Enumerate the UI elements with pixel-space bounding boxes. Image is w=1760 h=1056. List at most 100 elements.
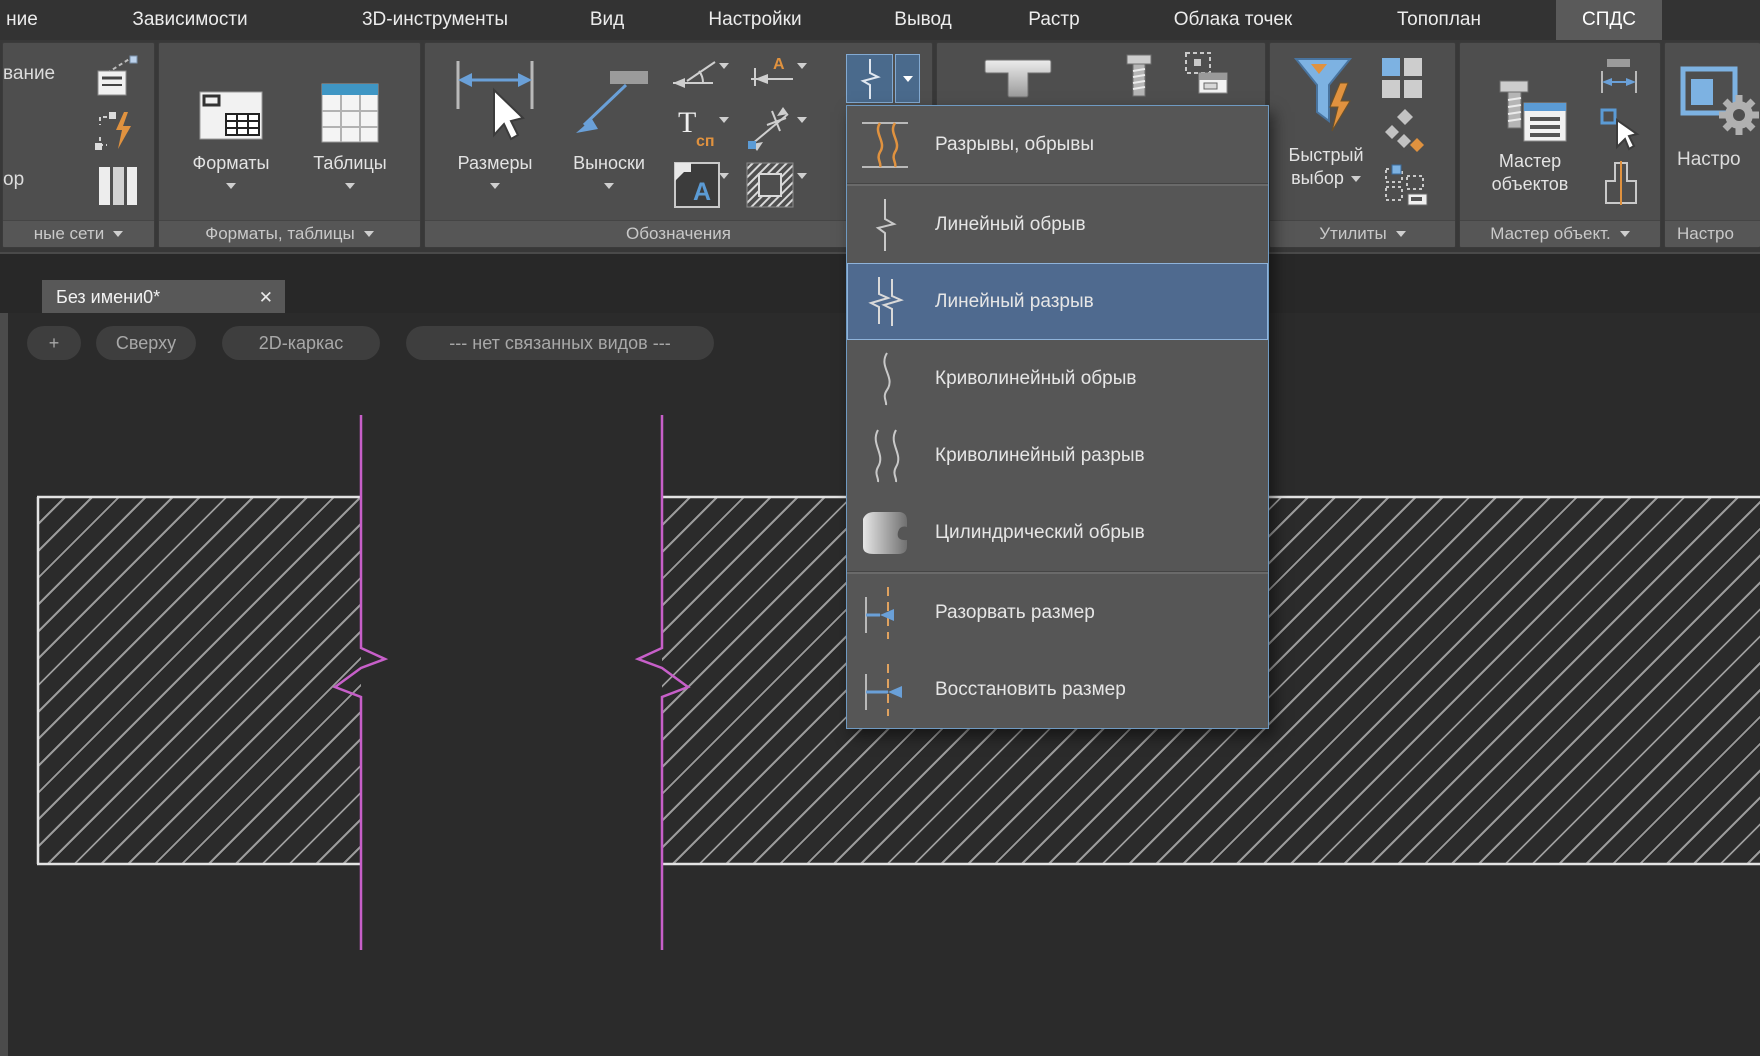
formats-icon xyxy=(199,51,263,143)
menu-item-breaks-group[interactable]: Разрывы, обрывы xyxy=(847,106,1268,183)
menu-item-label: Разорвать размер xyxy=(935,602,1095,624)
tables-button[interactable]: Таблицы xyxy=(292,51,408,189)
panel-utilities: Быстрый выбор Утилиты xyxy=(1269,42,1456,248)
dimensions-icon xyxy=(451,49,539,145)
columns-icon[interactable] xyxy=(97,165,139,207)
panel-label-engineering[interactable]: ные сети xyxy=(3,220,154,247)
caret-down-icon xyxy=(345,183,355,189)
tab-topoplan[interactable]: Топоплан xyxy=(1374,0,1504,40)
attach-frame-icon[interactable] xyxy=(1179,49,1231,99)
menu-item-label: Криволинейный обрыв xyxy=(935,368,1136,390)
panel-label-object-master[interactable]: Мастер объект. xyxy=(1460,220,1660,247)
four-squares-icon[interactable] xyxy=(1380,56,1424,100)
caret-down-icon[interactable] xyxy=(797,69,807,87)
caret-down-icon xyxy=(1396,231,1406,237)
panel-caption-fragment: вание xyxy=(3,63,55,85)
caret-down-icon[interactable] xyxy=(797,179,807,197)
tables-icon xyxy=(321,51,379,143)
menu-item-label: Криволинейный разрыв xyxy=(935,445,1145,467)
square-select-cursor-icon[interactable] xyxy=(1598,105,1640,153)
object-master-label-line1: Мастер xyxy=(1499,151,1561,172)
panel-label-text: Форматы, таблицы xyxy=(205,224,354,244)
panel-object-master: Мастер объектов Мастер объект. xyxy=(1459,42,1661,248)
menu-item-curved-break[interactable]: Криволинейный разрыв xyxy=(847,417,1268,494)
menu-item-break-dimension[interactable]: Разорвать размер xyxy=(847,574,1268,651)
tables-button-label: Таблицы xyxy=(313,153,387,174)
formats-button[interactable]: Форматы xyxy=(173,51,289,189)
svg-text:сп: сп xyxy=(696,133,715,150)
panel-label-settings[interactable]: Настро xyxy=(1665,220,1760,247)
dimensions-button-label: Размеры xyxy=(458,153,533,174)
callouts-icon xyxy=(566,49,652,145)
break-dimension-icon xyxy=(857,583,913,643)
caret-down-icon[interactable] xyxy=(797,123,807,141)
quick-select-label-line1: Быстрый xyxy=(1289,145,1364,166)
tab-spds-active[interactable]: СПДС xyxy=(1556,0,1662,40)
dimensions-button[interactable]: Размеры xyxy=(439,49,551,189)
viewport-menu-button[interactable]: + xyxy=(27,326,81,360)
panel-label-formats-tables[interactable]: Форматы, таблицы xyxy=(159,220,420,247)
viewport-left-edge xyxy=(0,313,8,1056)
panel-label-utilities[interactable]: Утилиты xyxy=(1270,220,1455,247)
menu-item-linear-cut[interactable]: Линейный обрыв xyxy=(847,186,1268,263)
text-dimension-icon[interactable]: A xyxy=(747,55,797,89)
menu-item-label: Цилиндрический обрыв xyxy=(935,522,1145,544)
quick-select-button[interactable]: Быстрый выбор xyxy=(1276,51,1376,189)
bolt-side-view-icon[interactable] xyxy=(1123,53,1155,99)
text-box-icon[interactable]: A xyxy=(673,161,721,209)
bolt-top-view-icon[interactable] xyxy=(982,54,1054,102)
tab-point-clouds[interactable]: Облака точек xyxy=(1143,0,1323,40)
quick-select-icon xyxy=(1292,51,1360,139)
linear-break-tool-dropdown-button[interactable] xyxy=(895,54,920,103)
object-master-button[interactable]: Мастер объектов xyxy=(1466,51,1594,195)
caret-down-icon[interactable] xyxy=(719,69,729,87)
tab-output[interactable]: Вывод xyxy=(878,0,968,40)
caret-down-icon xyxy=(364,231,374,237)
document-tab-title: Без имени0* xyxy=(56,287,160,308)
tab-3d-tools[interactable]: 3D-инструменты xyxy=(330,0,540,40)
panel-label-text: Утилиты xyxy=(1319,224,1387,244)
hatch-region-icon[interactable] xyxy=(745,161,795,209)
view-direction-button[interactable]: Сверху xyxy=(96,326,196,360)
layered-selection-icon[interactable] xyxy=(1382,163,1430,209)
tab-raster[interactable]: Растр xyxy=(1017,0,1091,40)
axis-mark-icon[interactable] xyxy=(745,107,795,151)
note-leader-icon[interactable] xyxy=(95,55,141,103)
menu-item-label: Линейный обрыв xyxy=(935,214,1086,236)
settings-button-label[interactable]: Настро xyxy=(1677,149,1741,171)
caret-down-icon[interactable] xyxy=(719,179,729,197)
callouts-button[interactable]: Выноски xyxy=(553,49,665,189)
settings-window-gear-icon[interactable] xyxy=(1679,65,1760,141)
panel-formats-tables: Форматы Таблицы Форматы, таблицы xyxy=(158,42,421,248)
linear-break-icon xyxy=(857,272,913,332)
profile-shape-icon[interactable] xyxy=(1600,159,1642,207)
panel-label-text: ные сети xyxy=(34,224,104,244)
menu-item-cylindrical-cut[interactable]: Цилиндрический обрыв xyxy=(847,494,1268,571)
tab-partial[interactable]: ние xyxy=(0,0,48,40)
sp-text-icon[interactable]: Tсп xyxy=(675,105,719,151)
menu-item-label: Восстановить размер xyxy=(935,679,1126,701)
caret-down-icon[interactable] xyxy=(719,123,729,141)
lightning-selection-icon[interactable] xyxy=(93,109,139,153)
visual-style-button[interactable]: 2D-каркас xyxy=(222,326,380,360)
callouts-button-label: Выноски xyxy=(573,153,645,174)
linear-break-tool-button[interactable] xyxy=(846,54,893,103)
menu-item-restore-dimension[interactable]: Восстановить размер xyxy=(847,651,1268,728)
panel-label-text: Мастер объект. xyxy=(1490,224,1611,244)
tab-view[interactable]: Вид xyxy=(580,0,634,40)
document-tab[interactable]: Без имени0* ✕ xyxy=(42,280,285,315)
small-dimension-icon[interactable] xyxy=(1598,57,1640,95)
linked-views-button[interactable]: --- нет связанных видов --- xyxy=(406,326,714,360)
quick-select-label-line2: выбор xyxy=(1291,168,1344,189)
menu-item-label: Линейный разрыв xyxy=(935,291,1094,313)
tab-dependencies[interactable]: Зависимости xyxy=(105,0,275,40)
restore-dimension-icon xyxy=(857,660,913,720)
angle-dimension-icon[interactable] xyxy=(671,57,719,93)
linear-break-tool-icon xyxy=(857,57,883,101)
tab-settings[interactable]: Настройки xyxy=(690,0,820,40)
diamonds-scatter-icon[interactable] xyxy=(1382,107,1428,157)
close-icon[interactable]: ✕ xyxy=(259,288,273,308)
cylindrical-cut-icon xyxy=(857,503,913,563)
menu-item-curved-cut[interactable]: Криволинейный обрыв xyxy=(847,340,1268,417)
menu-item-linear-break-selected[interactable]: Линейный разрыв xyxy=(847,263,1268,340)
